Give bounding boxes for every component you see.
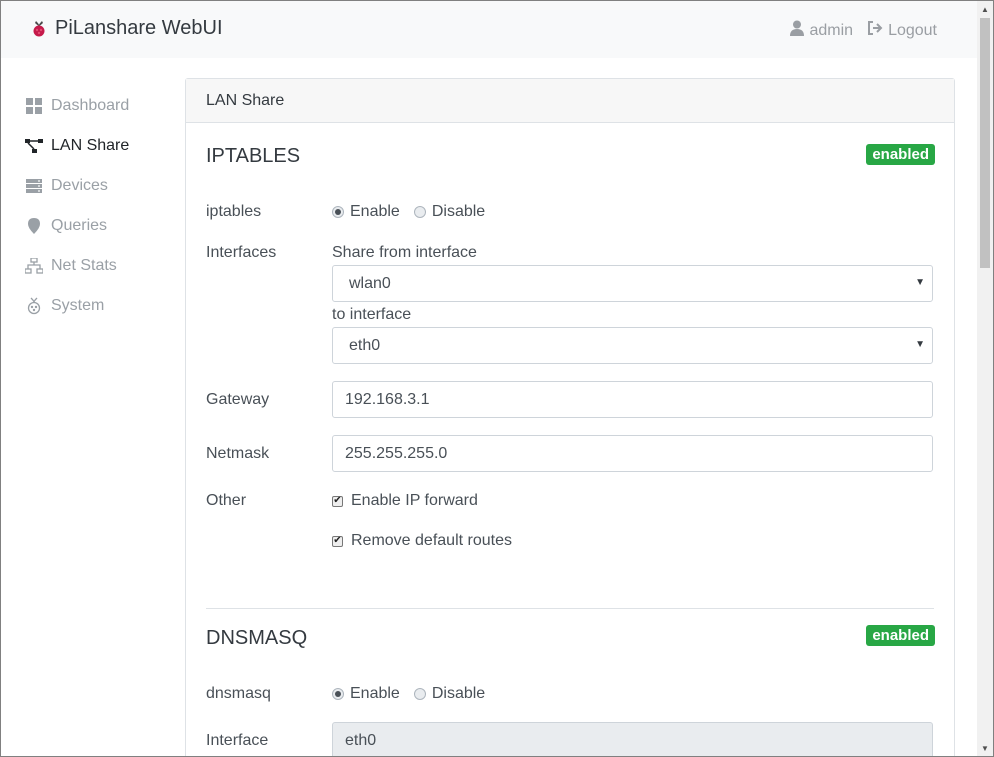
- network-tree-icon: [25, 137, 43, 155]
- sidebar-item-devices[interactable]: Devices: [25, 174, 108, 198]
- caret-down-icon: ▼: [915, 277, 925, 288]
- dnsmasq-status-badge: enabled: [866, 625, 935, 646]
- raspberry-icon: [25, 297, 43, 315]
- sidebar-item-label: System: [51, 297, 105, 314]
- scroll-down-arrow-icon[interactable]: ▼: [977, 740, 993, 756]
- to-interface-label: to interface: [332, 306, 412, 323]
- to-interface-select[interactable]: eth0 ▼: [332, 327, 933, 364]
- vertical-scrollbar[interactable]: ▲ ▼: [977, 1, 993, 756]
- gateway-input[interactable]: 192.168.3.1: [332, 381, 933, 418]
- remove-routes-row: ✔ Remove default routes: [332, 532, 512, 550]
- sidebar-item-net-stats[interactable]: Net Stats: [25, 254, 117, 278]
- dnsmasq-interface-label: Interface: [206, 732, 269, 749]
- brand-title: PiLanshare WebUI: [55, 17, 223, 39]
- top-navbar: PiLanshare WebUI admin Logout: [1, 1, 977, 58]
- share-from-value: wlan0: [349, 275, 391, 292]
- iptables-disable-label[interactable]: Disable: [432, 203, 485, 221]
- gateway-value: 192.168.3.1: [345, 391, 430, 408]
- netmask-value: 255.255.255.0: [345, 445, 448, 462]
- logout-link[interactable]: Logout: [867, 20, 937, 41]
- sidebar-item-label: LAN Share: [51, 137, 130, 154]
- ip-forward-label[interactable]: Enable IP forward: [351, 492, 478, 510]
- iptables-disable-radio[interactable]: [413, 206, 426, 218]
- remove-routes-label[interactable]: Remove default routes: [351, 532, 512, 550]
- sidebar-item-label: Devices: [51, 177, 108, 194]
- sidebar-item-lan-share[interactable]: LAN Share: [25, 134, 129, 158]
- ip-forward-row: ✔ Enable IP forward: [332, 492, 478, 510]
- to-interface-value: eth0: [349, 337, 381, 354]
- card-header: LAN Share: [186, 79, 954, 123]
- dnsmasq-label: dnsmasq: [206, 685, 271, 702]
- dnsmasq-interface-value: eth0: [345, 732, 377, 749]
- dnsmasq-enable-label[interactable]: Enable: [350, 685, 400, 703]
- user-icon: [790, 20, 805, 41]
- dnsmasq-title: DNSMASQ: [206, 627, 308, 649]
- sidebar-item-dashboard[interactable]: Dashboard: [25, 94, 129, 118]
- iptables-title: IPTABLES: [206, 145, 301, 167]
- other-label: Other: [206, 492, 247, 509]
- dnsmasq-disable-radio[interactable]: [413, 688, 426, 700]
- sitemap-icon: [25, 257, 43, 275]
- sidebar-item-label: Dashboard: [51, 97, 130, 114]
- dnsmasq-enable-radio[interactable]: [332, 688, 344, 700]
- iptables-label: iptables: [206, 203, 262, 220]
- raspberry-icon: [31, 20, 47, 38]
- browser-viewport: PiLanshare WebUI admin Logout Dashboard: [0, 0, 994, 757]
- user-menu[interactable]: admin: [790, 20, 853, 41]
- iptables-status-badge: enabled: [866, 144, 935, 165]
- ip-forward-checkbox[interactable]: ✔: [332, 495, 343, 507]
- interfaces-label: Interfaces: [206, 244, 277, 261]
- scroll-thumb[interactable]: [980, 18, 990, 268]
- sidebar-item-queries[interactable]: Queries: [25, 214, 107, 238]
- share-from-select[interactable]: wlan0 ▼: [332, 265, 933, 302]
- dnsmasq-disable-label[interactable]: Disable: [432, 685, 485, 703]
- user-name: admin: [809, 21, 854, 39]
- netmask-input[interactable]: 255.255.255.0: [332, 435, 933, 472]
- remove-routes-checkbox[interactable]: ✔: [332, 535, 343, 547]
- sidebar-item-system[interactable]: System: [25, 294, 104, 318]
- caret-down-icon: ▼: [915, 339, 925, 350]
- sign-out-icon: [867, 21, 883, 40]
- lan-share-card: LAN Share IPTABLES enabled iptables Enab…: [185, 78, 955, 756]
- dashboard-icon: [25, 97, 43, 115]
- brand[interactable]: PiLanshare WebUI: [31, 17, 223, 40]
- dnsmasq-radio-group: Enable Disable: [332, 685, 485, 703]
- iptables-enable-label[interactable]: Enable: [350, 203, 400, 221]
- scroll-up-arrow-icon[interactable]: ▲: [977, 1, 993, 17]
- iptables-radio-group: Enable Disable: [332, 203, 485, 221]
- sidebar-item-label: Net Stats: [51, 257, 117, 274]
- server-icon: [25, 177, 43, 195]
- dnsmasq-interface-input[interactable]: eth0: [332, 722, 933, 756]
- gateway-label: Gateway: [206, 391, 270, 408]
- share-from-label: Share from interface: [332, 244, 477, 261]
- netmask-label: Netmask: [206, 445, 270, 462]
- iptables-enable-radio[interactable]: [332, 206, 344, 218]
- logout-label: Logout: [888, 21, 937, 39]
- location-pin-icon: [25, 217, 43, 235]
- section-divider: [206, 608, 934, 609]
- sidebar-item-label: Queries: [51, 217, 108, 234]
